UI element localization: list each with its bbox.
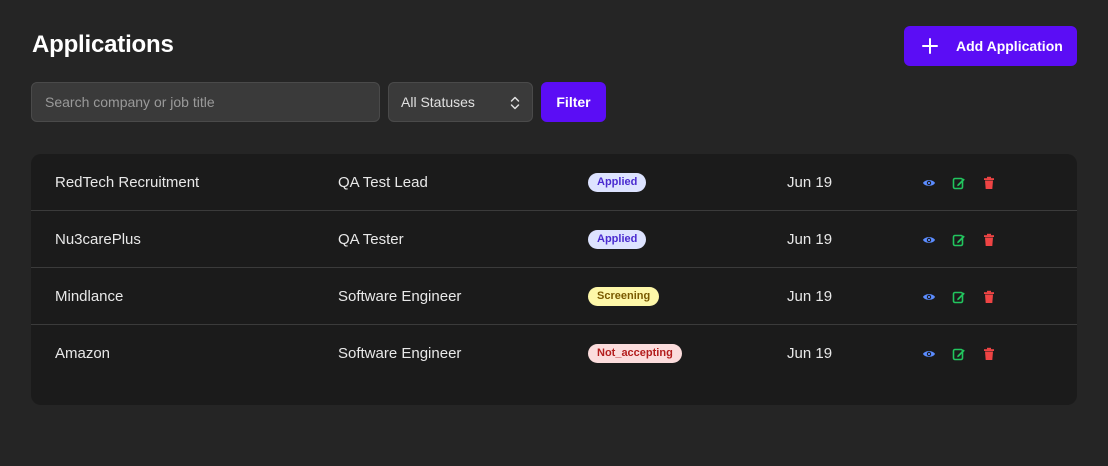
- trash-icon: [982, 347, 996, 361]
- date-cell: Jun 19: [787, 174, 833, 191]
- eye-icon: [922, 233, 936, 247]
- add-application-label: Add Application: [956, 38, 1063, 54]
- status-select-value: All Statuses: [401, 94, 475, 110]
- row-actions: [921, 211, 997, 268]
- delete-button[interactable]: [981, 175, 997, 191]
- date-cell: Jun 19: [787, 288, 833, 305]
- job-title-cell: QA Test Lead: [338, 174, 428, 191]
- edit-icon: [952, 176, 966, 190]
- view-button[interactable]: [921, 289, 937, 305]
- row-actions: [921, 325, 997, 382]
- view-button[interactable]: [921, 346, 937, 362]
- eye-icon: [922, 347, 936, 361]
- table-row: Nu3carePlus QA Tester Applied Jun 19: [31, 211, 1077, 268]
- delete-button[interactable]: [981, 346, 997, 362]
- table-row: Amazon Software Engineer Not_accepting J…: [31, 325, 1077, 382]
- company-cell: RedTech Recruitment: [55, 174, 200, 191]
- eye-icon: [922, 176, 936, 190]
- eye-icon: [922, 290, 936, 304]
- edit-icon: [952, 233, 966, 247]
- job-title-cell: QA Tester: [338, 231, 404, 248]
- edit-button[interactable]: [951, 175, 967, 191]
- status-badge: Not_accepting: [588, 344, 682, 363]
- applications-table: RedTech Recruitment QA Test Lead Applied…: [31, 154, 1077, 405]
- row-actions: [921, 154, 997, 211]
- view-button[interactable]: [921, 175, 937, 191]
- company-cell: Mindlance: [55, 288, 124, 305]
- edit-icon: [952, 347, 966, 361]
- view-button[interactable]: [921, 232, 937, 248]
- status-badge: Screening: [588, 287, 660, 306]
- trash-icon: [982, 233, 996, 247]
- add-application-button[interactable]: Add Application: [904, 26, 1077, 66]
- date-cell: Jun 19: [787, 345, 833, 362]
- job-title-cell: Software Engineer: [338, 345, 462, 362]
- status-select[interactable]: All Statuses: [388, 82, 533, 122]
- edit-icon: [952, 290, 966, 304]
- delete-button[interactable]: [981, 289, 997, 305]
- table-row: Mindlance Software Engineer Screening Ju…: [31, 268, 1077, 325]
- status-cell: Not_accepting: [588, 325, 682, 382]
- edit-button[interactable]: [951, 232, 967, 248]
- status-cell: Applied: [588, 154, 647, 211]
- row-actions: [921, 268, 997, 325]
- status-badge: Applied: [588, 173, 647, 192]
- table-row: RedTech Recruitment QA Test Lead Applied…: [31, 154, 1077, 211]
- job-title-cell: Software Engineer: [338, 288, 462, 305]
- plus-icon: [922, 38, 938, 54]
- status-cell: Screening: [588, 268, 660, 325]
- status-cell: Applied: [588, 211, 647, 268]
- edit-button[interactable]: [951, 289, 967, 305]
- trash-icon: [982, 290, 996, 304]
- status-badge: Applied: [588, 230, 647, 249]
- search-input[interactable]: [31, 82, 380, 122]
- date-cell: Jun 19: [787, 231, 833, 248]
- page-title: Applications: [32, 31, 174, 58]
- edit-button[interactable]: [951, 346, 967, 362]
- trash-icon: [982, 176, 996, 190]
- filter-button[interactable]: Filter: [541, 82, 606, 122]
- company-cell: Amazon: [55, 345, 111, 362]
- company-cell: Nu3carePlus: [55, 231, 141, 248]
- applications-page: Applications Add Application All Statuse…: [0, 0, 1108, 466]
- chevron-up-down-icon: [510, 95, 520, 111]
- delete-button[interactable]: [981, 232, 997, 248]
